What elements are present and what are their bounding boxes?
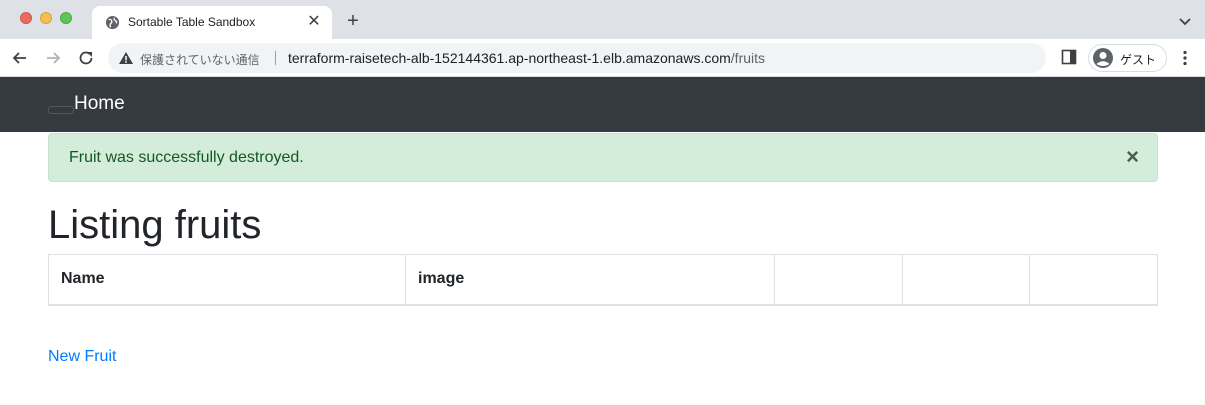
profile-button[interactable]: ゲスト (1088, 44, 1167, 72)
profile-avatar-icon (1093, 48, 1113, 68)
browser-toolbar: 保護されていない通信 terraform-raisetech-alb-15214… (0, 39, 1205, 77)
warning-triangle-icon[interactable] (118, 50, 134, 66)
navbar-home-link[interactable]: Home (74, 93, 125, 115)
tab-search-chevron-icon[interactable] (1176, 12, 1194, 30)
url-path: /fruits (730, 50, 766, 66)
column-header-destroy (1029, 254, 1158, 306)
url-text[interactable]: terraform-raisetech-alb-152144361.ap-nor… (288, 50, 765, 66)
browser-tab-active[interactable]: Sortable Table Sandbox ✕ (92, 6, 332, 39)
profile-label: ゲスト (1120, 53, 1157, 67)
forward-arrow-icon[interactable] (43, 48, 63, 68)
globe-icon (105, 15, 120, 30)
tab-close-icon[interactable]: ✕ (304, 12, 324, 32)
column-header-image: image (405, 254, 775, 306)
window-maximize-button[interactable] (60, 12, 72, 24)
navbar-toggler-button[interactable] (48, 106, 74, 114)
address-bar[interactable]: 保護されていない通信 terraform-raisetech-alb-15214… (108, 43, 1046, 73)
reload-icon[interactable] (76, 48, 96, 68)
tab-title: Sortable Table Sandbox (128, 15, 256, 29)
table-header-row: Name image (48, 254, 1158, 306)
site-navbar: Home (0, 77, 1205, 132)
back-arrow-icon[interactable] (10, 48, 30, 68)
window-close-button[interactable] (20, 12, 32, 24)
column-header-edit (902, 254, 1030, 306)
new-tab-button[interactable]: + (342, 10, 364, 32)
window-minimize-button[interactable] (40, 12, 52, 24)
security-status-label[interactable]: 保護されていない通信 (140, 51, 260, 68)
fruits-table: Name image (48, 254, 1158, 306)
column-header-show (774, 254, 903, 306)
alert-close-button[interactable]: × (1126, 146, 1139, 168)
alert-message: Fruit was successfully destroyed. (69, 149, 304, 166)
success-alert: Fruit was successfully destroyed. × (48, 133, 1158, 182)
column-header-name: Name (48, 254, 406, 306)
page-title: Listing fruits (48, 203, 262, 247)
browser-tab-strip: Sortable Table Sandbox ✕ + (0, 0, 1205, 39)
kebab-menu-icon[interactable] (1176, 49, 1194, 67)
side-panel-icon[interactable] (1061, 49, 1077, 65)
new-fruit-link[interactable]: New Fruit (48, 348, 116, 366)
url-host: terraform-raisetech-alb-152144361.ap-nor… (288, 50, 731, 66)
address-separator (275, 51, 276, 65)
